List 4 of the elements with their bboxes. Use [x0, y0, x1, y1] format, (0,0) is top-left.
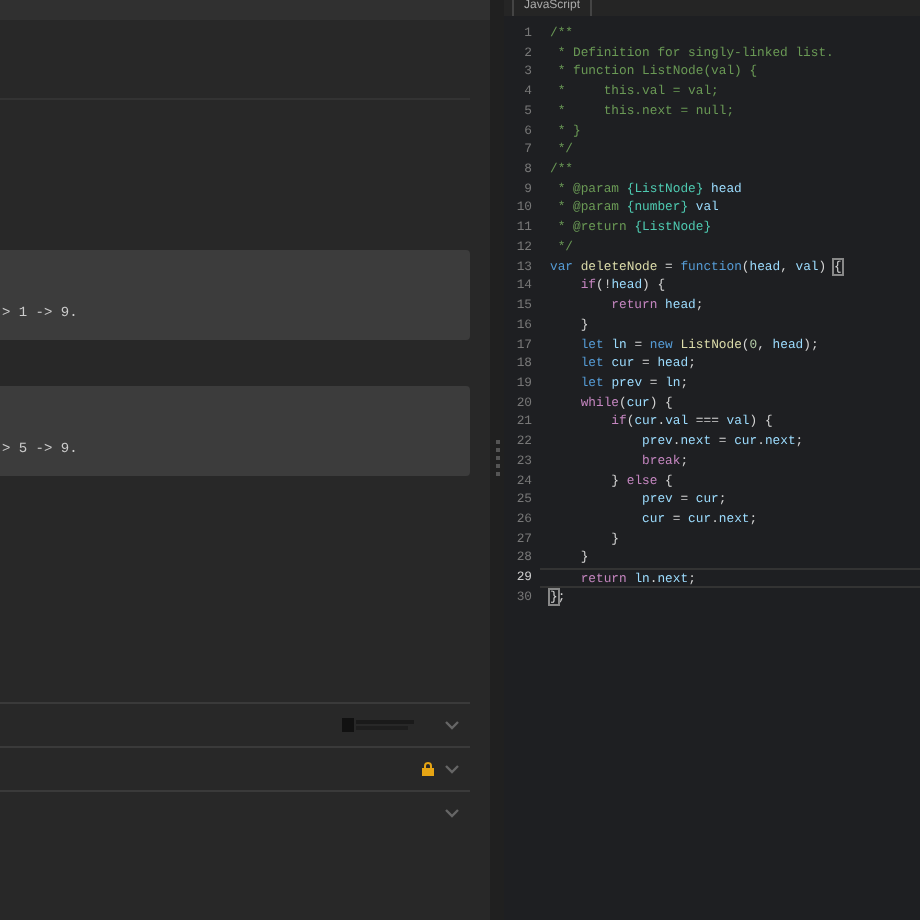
chevron-down-icon[interactable] [444, 808, 460, 818]
drag-handle-icon[interactable] [495, 440, 499, 480]
chevron-down-icon[interactable] [444, 764, 460, 774]
chevron-down-icon[interactable] [444, 720, 460, 730]
